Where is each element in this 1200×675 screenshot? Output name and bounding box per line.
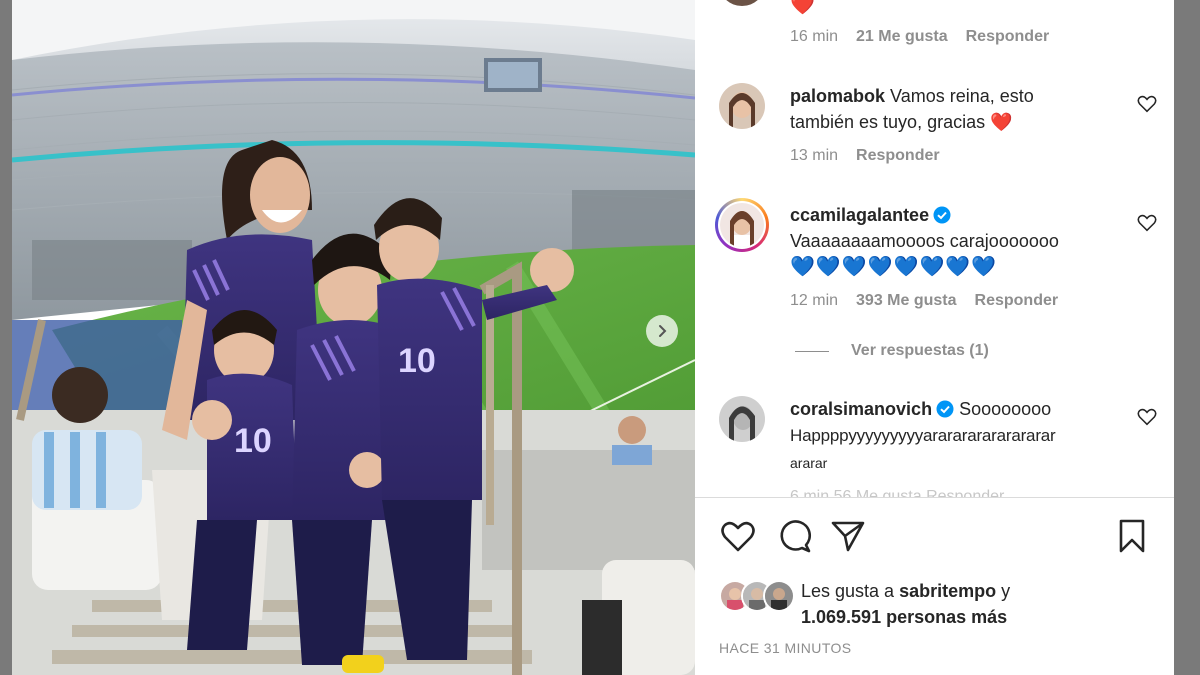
avatar[interactable]	[719, 0, 765, 8]
verified-badge-icon	[933, 206, 951, 224]
comment-emoji: ❤️	[790, 0, 815, 16]
comment-username[interactable]: ccamilagalantee	[790, 205, 929, 225]
likes-summary: Les gusta a sabritempo y 1.069.591 perso…	[719, 576, 1159, 627]
comment-meta: 13 min Responder	[790, 147, 940, 165]
carousel-next-button[interactable]	[646, 315, 678, 347]
comment-meta: 12 min 393 Me gusta Responder	[790, 292, 1058, 310]
like-comment-heart-icon[interactable]	[1136, 406, 1158, 428]
post-side-panel: ❤️ 16 min 21 Me gusta Responder palomabo…	[695, 0, 1174, 675]
heart-emoji: ❤️	[990, 112, 1013, 132]
reply-link[interactable]: Responder	[966, 28, 1050, 46]
comment-time: 13 min	[790, 147, 839, 164]
comment-text: coralsimanovich Soooooooo Happppyyyyyyyy…	[790, 396, 1130, 476]
liker-username[interactable]: sabritempo	[899, 581, 996, 601]
likes-count-link[interactable]: 1.069.591 personas más	[801, 607, 1007, 627]
likes-joiner: y	[1001, 581, 1011, 601]
heart-outline-icon[interactable]	[719, 517, 757, 555]
comment-body-line2: Happppyyyyyyyyyararararararararar	[790, 426, 1056, 445]
comment-body-line1: Vamos reina, esto	[890, 86, 1034, 106]
liker-avatars	[719, 580, 799, 612]
comment-meta-cut: 6 min 56 Me gusta Responder	[790, 488, 1005, 497]
avatar[interactable]	[763, 580, 795, 612]
post-timestamp[interactable]: HACE 31 MINUTOS	[719, 640, 852, 656]
paper-plane-icon[interactable]	[829, 517, 867, 555]
comment-body-line1: Vaaaaaaaamoooos carajooooooo	[790, 231, 1059, 251]
view-replies-button[interactable]: Ver respuestas (1)	[795, 342, 989, 360]
reply-link[interactable]: Responder	[856, 147, 940, 165]
avatar[interactable]	[719, 396, 765, 442]
replies-divider-line	[795, 350, 829, 352]
comment-time: 12 min	[790, 292, 839, 309]
comment-meta: 16 min 21 Me gusta Responder	[790, 28, 1049, 46]
like-comment-heart-icon[interactable]	[1136, 212, 1158, 234]
reply-link[interactable]: Responder	[975, 292, 1059, 310]
comment-text: palomabok Vamos reina, esto también es t…	[790, 83, 1120, 135]
story-ring-avatar[interactable]	[715, 198, 769, 252]
comment-likes-count[interactable]: 21 Me gusta	[856, 28, 948, 46]
comment-bubble-icon[interactable]	[775, 517, 813, 555]
comment-text: ccamilagalantee Vaaaaaaaamoooos carajooo…	[790, 202, 1120, 280]
comment-item: palomabok Vamos reina, esto también es t…	[719, 83, 1159, 183]
verified-badge-icon	[936, 400, 954, 418]
comment-username[interactable]: palomabok	[790, 86, 885, 106]
comment-likes-count[interactable]: 393 Me gusta	[856, 292, 956, 310]
bookmark-icon[interactable]	[1113, 517, 1151, 555]
svg-text:10: 10	[234, 422, 272, 460]
blue-hearts-emoji: 💙💙💙💙💙💙💙💙	[790, 256, 998, 278]
post-photo[interactable]: 10 10	[12, 0, 695, 675]
stadium-photo-illustration: 10 10	[12, 0, 695, 675]
chevron-right-icon	[659, 325, 667, 337]
comment-body-line1: Soooooooo	[959, 399, 1052, 419]
comment-time: 16 min	[790, 28, 839, 45]
comment-body-line2: también es tuyo, gracias	[790, 112, 986, 132]
post-actions-bar	[719, 517, 1151, 557]
comment-item: ❤️ 16 min 21 Me gusta Responder	[719, 0, 1159, 58]
likes-text: Les gusta a sabritempo y 1.069.591 perso…	[801, 578, 1010, 630]
comment-body-line3: ararar	[790, 455, 828, 471]
comment-item: ccamilagalantee Vaaaaaaaamoooos carajooo…	[715, 198, 1159, 332]
instagram-post: 10 10 ❤️ 16 min 21 Me gusta Responder pa…	[12, 0, 1174, 675]
view-replies-label: Ver respuestas (1)	[851, 342, 989, 359]
likes-prefix: Les gusta a	[801, 581, 895, 601]
comment-username[interactable]: coralsimanovich	[790, 399, 932, 419]
comments-list[interactable]: ❤️ 16 min 21 Me gusta Responder palomabo…	[695, 0, 1174, 497]
comment-item: coralsimanovich Soooooooo Happppyyyyyyyy…	[719, 396, 1159, 497]
svg-text:10: 10	[398, 342, 436, 380]
like-comment-heart-icon[interactable]	[1136, 93, 1158, 115]
avatar[interactable]	[719, 83, 765, 129]
actions-divider	[695, 497, 1174, 498]
